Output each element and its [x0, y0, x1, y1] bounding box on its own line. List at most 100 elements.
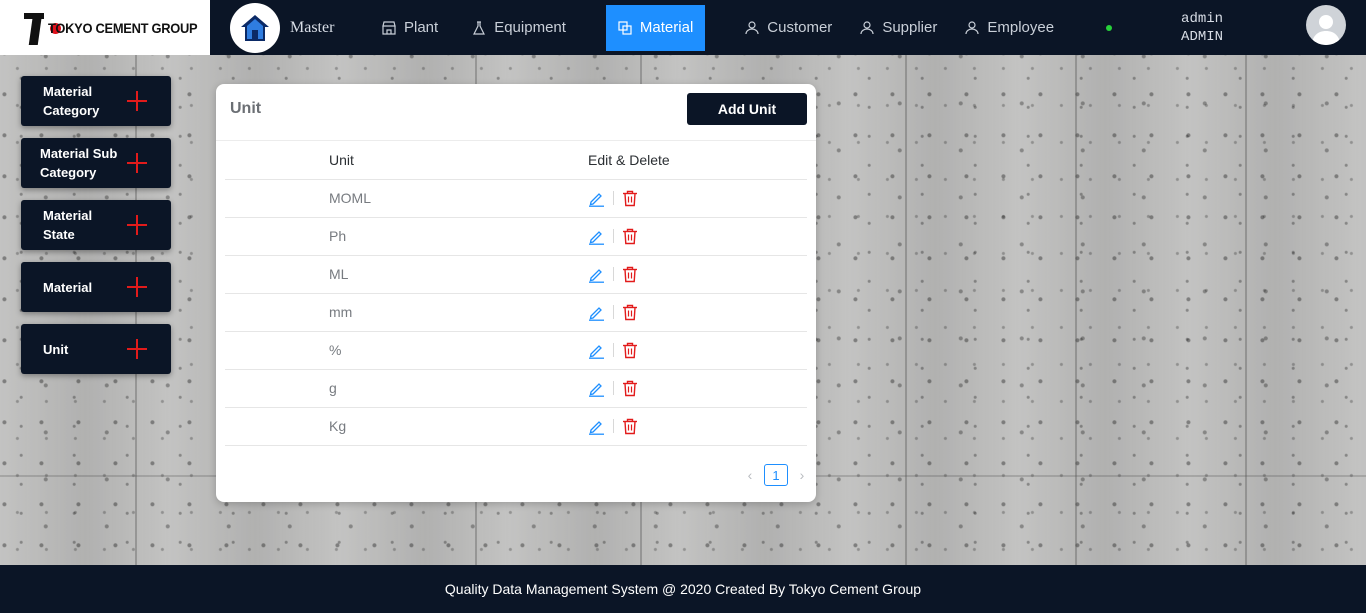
plus-icon [127, 339, 147, 359]
action-separator [613, 191, 614, 205]
action-separator [613, 229, 614, 243]
unit-cell: Ph [225, 217, 588, 256]
table-row: % [225, 331, 807, 370]
table-row: mm [225, 293, 807, 332]
nav-employee[interactable]: Employee [953, 5, 1066, 51]
actions-cell [588, 255, 807, 294]
edit-icon[interactable] [588, 228, 605, 245]
sidebar-item-label: Material Category [43, 84, 100, 118]
table-row: Ph [225, 217, 807, 256]
nav-customer-label: Customer [767, 19, 833, 36]
action-separator [613, 419, 614, 433]
edit-icon[interactable] [588, 190, 605, 207]
unit-card: Unit Add Unit Unit Edit & Delete MOML Ph M… [216, 84, 816, 502]
user-avatar-icon [1312, 15, 1340, 45]
sidebar-item-label: Material State [43, 208, 93, 242]
prev-page-button[interactable]: ‹ [744, 467, 756, 483]
trash-icon[interactable] [622, 380, 638, 397]
plus-icon [127, 215, 147, 235]
edit-icon[interactable] [588, 342, 605, 359]
actions-cell [588, 369, 807, 408]
online-status-dot [1106, 24, 1113, 31]
action-separator [613, 267, 614, 281]
actions-cell [588, 179, 807, 218]
sidebar-item-label: Material [43, 279, 93, 295]
trash-icon[interactable] [622, 418, 638, 435]
user-role: ADMIN [1181, 28, 1224, 45]
nav-equipment-label: Equipment [494, 19, 566, 36]
table-row: Kg [225, 407, 807, 446]
row-actions [588, 380, 807, 397]
table-row: ML [225, 255, 807, 294]
nav-material[interactable]: Material [605, 4, 706, 51]
nav-material-label: Material [639, 19, 694, 36]
unit-cell: mm [225, 293, 588, 332]
sidebar-item-label: Material Sub Category [40, 146, 118, 180]
home-icon [241, 14, 269, 41]
footer-text: Quality Data Management System @ 2020 Cr… [444, 581, 922, 597]
unit-cell: MOML [225, 179, 588, 218]
nav-equipment[interactable]: Equipment [460, 5, 578, 51]
trash-icon[interactable] [622, 190, 638, 207]
table-row: MOML [225, 179, 807, 218]
action-separator [613, 305, 614, 319]
unit-table: Unit Edit & Delete MOML Ph ML mm% g Kg [225, 141, 807, 446]
nav-employee-label: Employee [987, 19, 1055, 36]
nav-supplier-label: Supplier [882, 19, 938, 36]
store-icon [382, 20, 396, 35]
actions-cell [588, 407, 807, 446]
trash-icon[interactable] [622, 304, 638, 321]
user-name: admin [1181, 10, 1224, 27]
action-separator [613, 343, 614, 357]
top-navbar: TOKYO CEMENT GROUP Master Plant Equipmen… [0, 0, 1366, 55]
row-actions [588, 190, 807, 207]
nav-supplier[interactable]: Supplier [848, 5, 949, 51]
tokyo-cement-logo-icon [24, 11, 61, 45]
nav-plant[interactable]: Plant [370, 5, 450, 51]
column-header-actions: Edit & Delete [588, 141, 807, 180]
plus-icon [127, 153, 147, 173]
sidebar-item-material-state[interactable]: Material State [21, 200, 171, 250]
brand-logo[interactable]: TOKYO CEMENT GROUP [0, 0, 210, 55]
trash-icon[interactable] [622, 228, 638, 245]
row-actions [588, 228, 807, 245]
edit-icon[interactable] [588, 266, 605, 283]
brand-name: TOKYO CEMENT GROUP [47, 19, 198, 36]
edit-icon[interactable] [588, 418, 605, 435]
master-label: Master [290, 18, 335, 36]
sidebar-item-unit[interactable]: Unit [21, 324, 171, 374]
card-title: Unit [230, 100, 262, 117]
actions-cell [588, 293, 807, 332]
unit-cell: g [225, 369, 588, 408]
plus-icon [127, 277, 147, 297]
plus-icon [127, 91, 147, 111]
sidebar-item-material-category[interactable]: Material Category [21, 76, 171, 126]
user-info: admin ADMIN [1172, 10, 1232, 46]
sidebar-item-material-sub-category[interactable]: Material Sub Category [21, 138, 171, 188]
avatar[interactable] [1306, 5, 1346, 45]
add-unit-button[interactable]: Add Unit [687, 93, 807, 125]
copy-icon [618, 20, 632, 35]
page-number-current[interactable]: 1 [764, 464, 788, 486]
nav-customer[interactable]: Customer [733, 5, 844, 51]
user-icon [965, 20, 979, 34]
home-button[interactable] [230, 2, 280, 53]
trash-icon[interactable] [622, 342, 638, 359]
flask-icon [473, 20, 486, 35]
nav-plant-label: Plant [404, 19, 439, 36]
row-actions [588, 418, 807, 435]
edit-icon[interactable] [588, 304, 605, 321]
sidebar-item-material[interactable]: Material [21, 262, 171, 312]
actions-cell [588, 217, 807, 256]
trash-icon[interactable] [622, 266, 638, 283]
column-header-unit: Unit [225, 141, 588, 180]
actions-cell [588, 331, 807, 370]
row-actions [588, 266, 807, 283]
table-header-row: Unit Edit & Delete [225, 141, 807, 180]
next-page-button[interactable]: › [796, 467, 808, 483]
unit-cell: % [225, 331, 588, 370]
table-row: g [225, 369, 807, 408]
user-icon [860, 20, 874, 34]
edit-icon[interactable] [588, 380, 605, 397]
sidebar-item-label: Unit [43, 341, 69, 357]
